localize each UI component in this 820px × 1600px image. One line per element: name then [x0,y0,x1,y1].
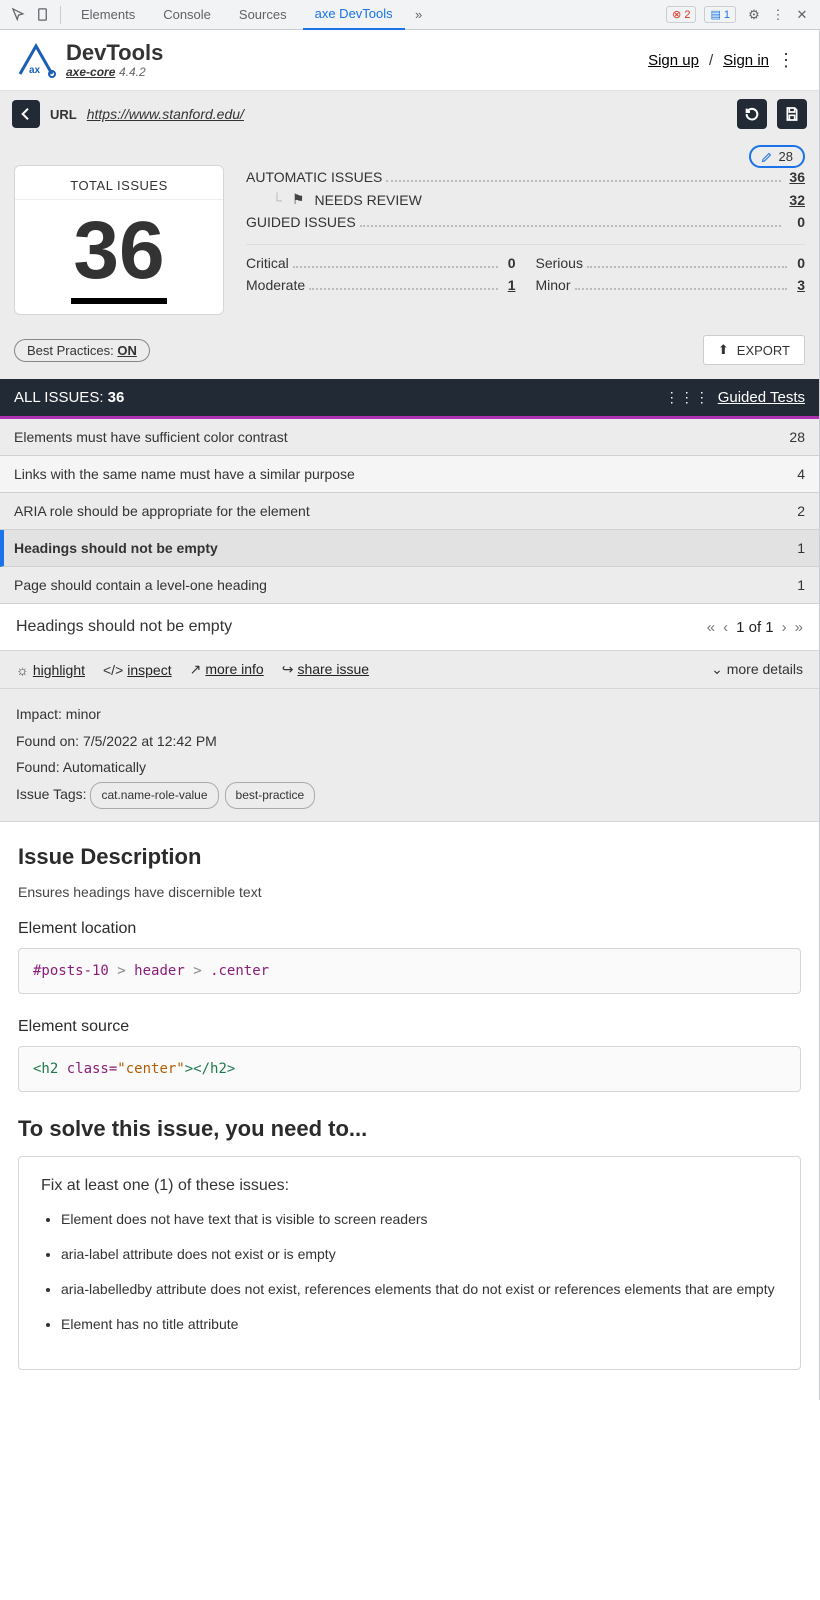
desc-text: Ensures headings have discernible text [18,884,801,900]
summary-section: 28 TOTAL ISSUES 36 AUTOMATIC ISSUES 36 └… [0,137,819,379]
inspect-icon[interactable] [8,5,28,25]
chevron-down-icon: ⌄ [711,661,723,677]
guided-label: GUIDED ISSUES [246,214,356,230]
back-button[interactable] [12,100,40,128]
element-source-heading: Element source [18,1018,801,1036]
guided-count: 0 [785,214,805,230]
issue-row-3[interactable]: Headings should not be empty1 [0,530,819,567]
total-count: 36 [71,206,166,304]
total-label: TOTAL ISSUES [15,166,223,200]
panel-header: ax DevTools axe-core 4.4.2 Sign up / Sig… [0,30,819,91]
element-location-heading: Element location [18,920,801,938]
share-icon: ↪ [282,661,294,677]
guided-tests-link[interactable]: Guided Tests [718,389,805,406]
tab-elements[interactable]: Elements [69,0,147,30]
inspect-code-icon: </> [103,662,123,678]
serious-count: 0 [791,255,805,271]
needs-review-count[interactable]: 32 [789,192,805,208]
message-badge[interactable]: ▤ 1 [704,6,736,23]
settings-icon[interactable]: ⚙ [744,5,764,25]
moderate-count[interactable]: 1 [502,277,516,293]
fix-item: Element has no title attribute [61,1314,778,1335]
minor-count[interactable]: 3 [791,277,805,293]
element-location-code: #posts-10 > header > .center [18,948,801,994]
issue-row-0[interactable]: Elements must have sufficient color cont… [0,419,819,456]
pager-last-icon[interactable]: » [795,619,803,636]
selected-issue-header: Headings should not be empty « ‹ 1 of 1 … [0,604,819,650]
devtools-tab-bar: Elements Console Sources axe DevTools » … [0,0,820,30]
pager: « ‹ 1 of 1 › » [707,619,803,636]
all-issues-count: 36 [108,389,125,406]
fix-item: aria-labelledby attribute does not exist… [61,1279,778,1300]
issue-meta: Impact: minor Found on: 7/5/2022 at 12:4… [0,689,819,821]
pager-prev-icon[interactable]: ‹ [723,619,728,636]
fix-item: Element does not have text that is visib… [61,1209,778,1230]
critical-count: 0 [502,255,516,271]
highlight-icon: ☼ [16,662,29,678]
more-tabs-icon[interactable]: » [409,5,429,25]
upload-icon: ⬆ [718,342,729,358]
best-practices-toggle[interactable]: Best Practices: ON [14,339,150,362]
kebab-icon[interactable]: ⋮ [768,5,788,25]
desc-heading: Issue Description [18,844,801,870]
solve-heading: To solve this issue, you need to... [18,1116,801,1142]
all-issues-bar: ALL ISSUES: 36 ⋮⋮⋮ Guided Tests [0,379,819,419]
issue-row-2[interactable]: ARIA role should be appropriate for the … [0,493,819,530]
export-button[interactable]: ⬆ EXPORT [703,335,805,365]
igt-pill[interactable]: 28 [749,145,805,168]
save-button[interactable] [777,99,807,129]
pager-first-icon[interactable]: « [707,619,715,636]
rerun-button[interactable] [737,99,767,129]
app-title: DevTools [66,42,163,64]
inspect-link[interactable]: inspect [127,662,171,678]
more-details-toggle[interactable]: ⌄ more details [711,661,803,678]
issue-description: Issue Description Ensures headings have … [0,822,819,1400]
error-icon: ⊗ [672,8,681,21]
solve-box: Fix at least one (1) of these issues: El… [18,1156,801,1370]
device-icon[interactable] [32,5,52,25]
svg-text:ax: ax [29,65,41,76]
tab-sources[interactable]: Sources [227,0,299,30]
pager-text: 1 of 1 [736,619,774,636]
pager-next-icon[interactable]: › [782,619,787,636]
issue-tag: cat.name-role-value [90,782,218,809]
highlight-link[interactable]: highlight [33,662,85,678]
selected-issue-title: Headings should not be empty [16,618,232,636]
close-icon[interactable]: ✕ [792,5,812,25]
url-link[interactable]: https://www.stanford.edu/ [87,106,244,122]
url-label: URL [50,107,77,122]
axe-logo-icon: ax [16,40,56,80]
panel-menu-icon[interactable]: ⋮ [769,50,803,71]
issue-row-4[interactable]: Page should contain a level-one heading1 [0,567,819,604]
total-issues-card: TOTAL ISSUES 36 [14,165,224,315]
flag-icon: ⚑ [292,191,305,208]
share-issue-link[interactable]: share issue [297,661,369,677]
signin-link[interactable]: Sign in [723,52,769,69]
fix-heading: Fix at least one (1) of these issues: [41,1177,778,1195]
element-source-code: <h2 class="center"></h2> [18,1046,801,1092]
message-icon: ▤ [710,8,720,21]
action-bar: ☼highlight </>inspect ↗more info ↪share … [0,650,819,689]
signup-link[interactable]: Sign up [648,52,699,69]
grid-icon: ⋮⋮⋮ [665,389,710,406]
app-sub[interactable]: axe-core [66,65,115,79]
tab-axe-devtools[interactable]: axe DevTools [303,0,405,30]
issue-tag: best-practice [225,782,316,809]
tab-console[interactable]: Console [151,0,223,30]
error-badge[interactable]: ⊗ 2 [666,6,696,23]
auto-label: AUTOMATIC ISSUES [246,169,382,185]
issue-row-1[interactable]: Links with the same name must have a sim… [0,456,819,493]
fix-item: aria-label attribute does not exist or i… [61,1244,778,1265]
auto-count[interactable]: 36 [785,169,805,185]
needs-review-label: NEEDS REVIEW [314,192,421,208]
more-info-link[interactable]: more info [205,661,263,677]
url-bar: URL https://www.stanford.edu/ [0,91,819,137]
external-icon: ↗ [190,661,202,677]
